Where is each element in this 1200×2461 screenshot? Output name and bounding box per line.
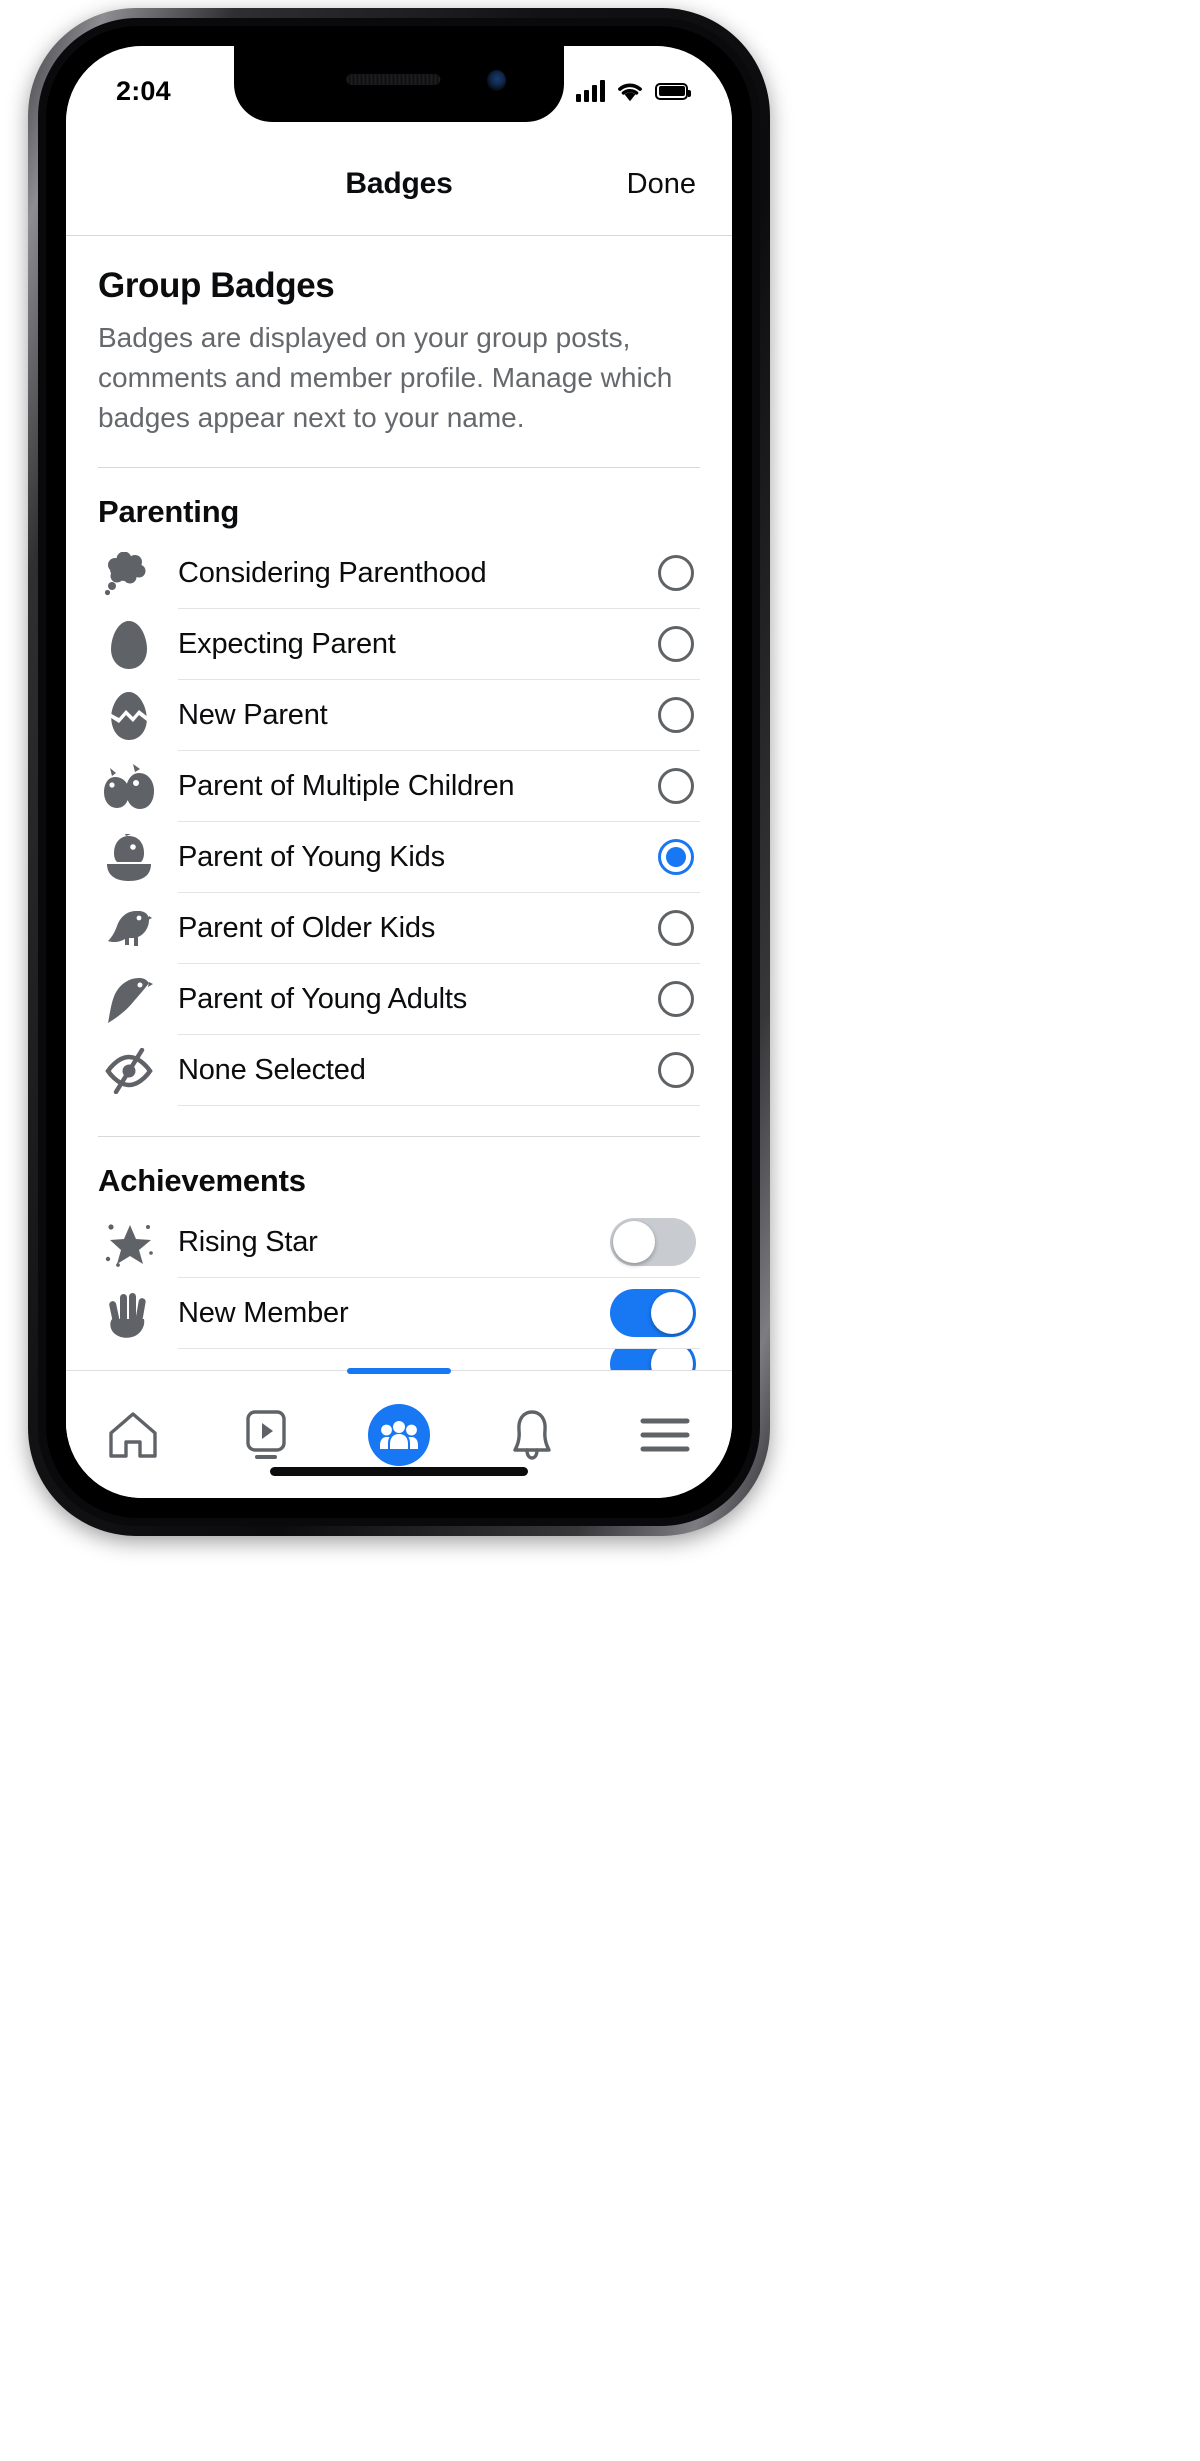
home-indicator[interactable] bbox=[270, 1467, 528, 1476]
flying-bird-icon bbox=[98, 975, 160, 1025]
waving-hand-icon bbox=[98, 1289, 160, 1339]
toggle-knob bbox=[613, 1221, 655, 1264]
list-item[interactable]: New Member bbox=[98, 1278, 700, 1350]
active-tab-indicator bbox=[347, 1368, 451, 1374]
home-icon bbox=[108, 1411, 157, 1458]
radio-button-selected[interactable] bbox=[658, 839, 694, 876]
list-item[interactable]: Expecting Parent bbox=[98, 609, 700, 681]
list-item-label: Considering Parenthood bbox=[178, 556, 487, 589]
list-item[interactable]: Parent of Young Kids bbox=[98, 822, 700, 894]
list-item[interactable]: Parent of Multiple Children bbox=[98, 751, 700, 823]
toggle-knob bbox=[651, 1349, 693, 1370]
list-item-label: Parent of Young Adults bbox=[178, 982, 468, 1015]
radio-button[interactable] bbox=[658, 555, 694, 592]
list-item-body: Parent of Young Kids bbox=[178, 822, 700, 894]
app-container: Badges Done Group Badges Badges are disp… bbox=[66, 46, 732, 1498]
list-item-label: New Member bbox=[178, 1296, 349, 1329]
radio-button[interactable] bbox=[658, 768, 694, 805]
list-item-body: None Selected bbox=[178, 1035, 700, 1107]
list-item-partially-visible[interactable] bbox=[98, 1349, 700, 1370]
tab-notifications[interactable] bbox=[466, 1371, 599, 1498]
status-bar-icons bbox=[576, 80, 691, 102]
battery-full-icon bbox=[655, 82, 691, 100]
page-title: Badges bbox=[345, 166, 453, 200]
phone-bezel: 2:04 Badges Done Group Badges Badges are… bbox=[46, 26, 752, 1518]
tab-groups[interactable] bbox=[332, 1368, 465, 1498]
list-item-body: Considering Parenthood bbox=[178, 538, 700, 610]
group-badges-description: Badges are displayed on your group posts… bbox=[98, 322, 673, 433]
section-title-achievements: Achievements bbox=[98, 1163, 306, 1199]
list-item-label: Parent of Young Kids bbox=[178, 840, 445, 873]
thought-cloud-icon bbox=[98, 551, 160, 596]
tab-menu[interactable] bbox=[599, 1371, 732, 1498]
toggle-switch-on[interactable] bbox=[610, 1349, 696, 1370]
two-chicks-icon bbox=[98, 763, 160, 811]
list-item-label: Parent of Multiple Children bbox=[178, 769, 515, 802]
list-item-label: Parent of Older Kids bbox=[178, 911, 436, 944]
status-bar: 2:04 bbox=[66, 46, 732, 122]
list-item-body: Parent of Older Kids bbox=[178, 893, 700, 965]
list-item-body: Expecting Parent bbox=[178, 609, 700, 681]
list-item-body: New Member bbox=[178, 1278, 700, 1350]
status-bar-time: 2:04 bbox=[116, 75, 171, 106]
chick-in-nest-icon bbox=[98, 833, 160, 882]
radio-button[interactable] bbox=[658, 910, 694, 947]
list-item[interactable]: Parent of Young Adults bbox=[98, 964, 700, 1036]
list-item[interactable]: None Selected bbox=[98, 1035, 700, 1107]
eye-slash-icon bbox=[98, 1047, 160, 1094]
list-item-body: Parent of Young Adults bbox=[178, 964, 700, 1036]
bottom-tab-bar bbox=[66, 1368, 732, 1498]
list-item-body bbox=[178, 1349, 700, 1370]
wifi-icon bbox=[618, 83, 642, 101]
group-badges-heading: Group Badges bbox=[98, 266, 335, 305]
cellular-signal-icon bbox=[576, 80, 605, 102]
list-item-body: Parent of Multiple Children bbox=[178, 751, 700, 823]
groups-people-icon bbox=[380, 1420, 418, 1449]
list-item-body: New Parent bbox=[178, 680, 700, 752]
section-title-parenting: Parenting bbox=[98, 494, 240, 530]
scroll-content[interactable]: Group Badges Badges are displayed on you… bbox=[66, 236, 732, 1370]
bell-icon bbox=[513, 1409, 551, 1460]
video-play-icon bbox=[246, 1409, 286, 1459]
small-bird-icon bbox=[98, 905, 160, 953]
tab-watch[interactable] bbox=[199, 1371, 332, 1498]
radio-button[interactable] bbox=[658, 626, 694, 663]
list-item[interactable]: Considering Parenthood bbox=[98, 538, 700, 610]
list-item-body: Rising Star bbox=[178, 1207, 700, 1279]
list-item[interactable]: New Parent bbox=[98, 680, 700, 752]
toggle-knob bbox=[651, 1292, 693, 1335]
groups-active-background bbox=[368, 1403, 430, 1466]
egg-icon bbox=[98, 620, 160, 670]
radio-button[interactable] bbox=[658, 1052, 694, 1089]
phone-frame: 2:04 Badges Done Group Badges Badges are… bbox=[28, 8, 770, 1536]
toggle-switch-off[interactable] bbox=[610, 1218, 696, 1267]
list-item-label: Expecting Parent bbox=[178, 627, 396, 660]
list-item-label: Rising Star bbox=[178, 1225, 318, 1258]
hamburger-menu-icon bbox=[640, 1418, 690, 1451]
star-sparkle-icon bbox=[98, 1219, 160, 1267]
screenshot-stage: 2:04 Badges Done Group Badges Badges are… bbox=[0, 0, 1200, 2461]
list-item[interactable]: Rising Star bbox=[98, 1207, 700, 1279]
toggle-switch-on[interactable] bbox=[610, 1289, 696, 1338]
list-item-label: New Parent bbox=[178, 698, 328, 731]
done-button[interactable]: Done bbox=[627, 132, 696, 236]
radio-button[interactable] bbox=[658, 981, 694, 1018]
phone-screen: 2:04 Badges Done Group Badges Badges are… bbox=[66, 46, 732, 1498]
cracked-egg-icon bbox=[98, 691, 160, 741]
intro-block: Group Badges Badges are displayed on you… bbox=[98, 236, 700, 437]
list-item[interactable]: Parent of Older Kids bbox=[98, 893, 700, 965]
tab-home[interactable] bbox=[66, 1371, 199, 1498]
phone-frame-inner: 2:04 Badges Done Group Badges Badges are… bbox=[38, 18, 760, 1526]
list-item-label: None Selected bbox=[178, 1053, 366, 1086]
radio-button[interactable] bbox=[658, 697, 694, 734]
